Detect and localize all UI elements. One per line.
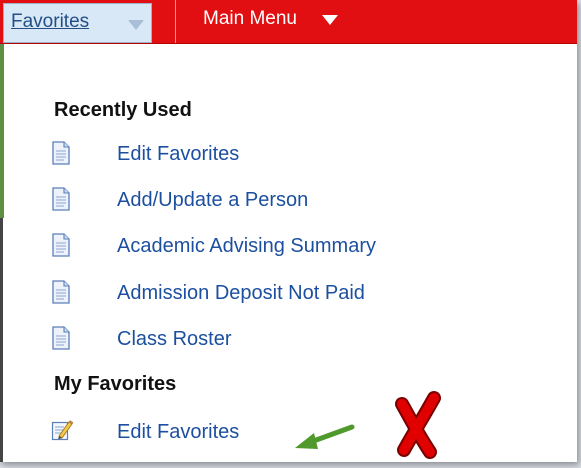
document-icon [52,187,70,211]
recent-item-label[interactable]: Academic Advising Summary [117,235,376,258]
favorites-menu-label[interactable]: Favorites [11,11,89,33]
favorites-menu-tab[interactable]: Favorites [3,3,152,43]
menu-separator [175,0,176,43]
main-menu-tab[interactable]: Main Menu [203,8,297,30]
document-icon [52,233,70,257]
menu-bar: Favorites Main Menu [0,0,577,44]
my-favorites-heading: My Favorites [54,373,177,395]
recent-item-edit-favorites[interactable]: Edit Favorites [51,139,471,171]
recent-item-label[interactable]: Edit Favorites [117,143,239,166]
left-edge-border [0,218,3,462]
document-icon [52,326,70,350]
annotation-arrow-icon [295,424,355,449]
recent-item-label[interactable]: Admission Deposit Not Paid [117,282,365,305]
recently-used-heading: Recently Used [54,99,192,121]
chevron-down-icon[interactable] [322,15,338,25]
recent-item-label[interactable]: Class Roster [117,328,231,351]
favorites-dropdown-panel: Favorites Main Menu Recently Used Edit F… [0,0,577,462]
recent-item-label[interactable]: Add/Update a Person [117,189,308,212]
document-icon [52,141,70,165]
favorite-item-label[interactable]: Edit Favorites [117,421,239,444]
red-x-mark-icon [395,391,441,459]
recent-item-academic-advising-summary[interactable]: Academic Advising Summary [51,231,471,263]
recent-item-add-update-person[interactable]: Add/Update a Person [51,185,471,217]
recent-item-class-roster[interactable]: Class Roster [51,324,471,356]
document-icon [52,280,70,304]
recent-item-admission-deposit-not-paid[interactable]: Admission Deposit Not Paid [51,278,471,310]
left-edge-accent [0,42,4,218]
edit-pencil-icon [51,420,73,441]
chevron-down-icon [128,20,144,30]
